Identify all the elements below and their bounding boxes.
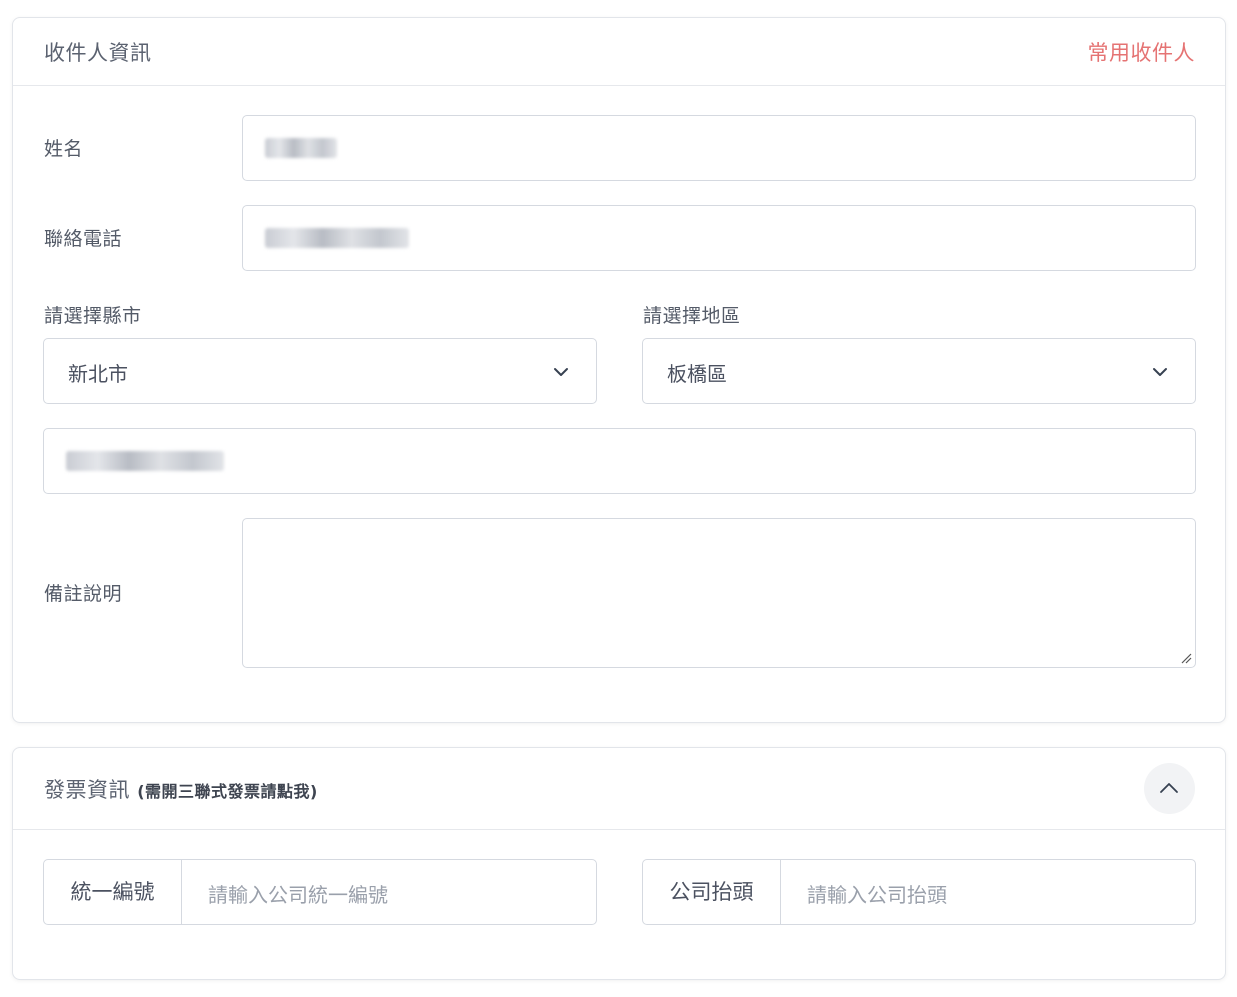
city-select[interactable]: 新北市 [43, 338, 597, 404]
tax-id-group: 統一編號 請輸入公司統一編號 [43, 859, 597, 925]
company-title-label: 公司抬頭 [643, 860, 781, 924]
invoice-subtitle[interactable]: (需開三聯式發票請點我) [137, 782, 318, 801]
resize-grip-icon[interactable] [1180, 652, 1192, 664]
chevron-down-icon [1153, 368, 1167, 376]
note-textarea[interactable] [242, 518, 1196, 668]
phone-field[interactable] [242, 205, 1196, 271]
tax-id-label: 統一編號 [44, 860, 182, 924]
common-recipients-link[interactable]: 常用收件人 [1088, 37, 1196, 67]
recipient-header: 收件人資訊 常用收件人 [13, 18, 1225, 86]
district-select[interactable]: 板橋區 [642, 338, 1196, 404]
invoice-title: 發票資訊 (需開三聯式發票請點我) [44, 774, 318, 804]
name-label: 姓名 [44, 138, 84, 160]
company-title-input[interactable]: 請輸入公司抬頭 [807, 879, 947, 908]
name-field[interactable] [242, 115, 1196, 181]
note-label: 備註說明 [44, 583, 123, 605]
redacted-name [265, 138, 337, 158]
district-selected-value: 板橋區 [667, 362, 727, 386]
tax-id-input[interactable]: 請輸入公司統一編號 [208, 879, 388, 908]
recipient-card: 收件人資訊 常用收件人 姓名 聯絡電話 請選擇縣市 新北市 請選擇地區 板橋區 … [12, 17, 1226, 723]
redacted-phone [265, 228, 409, 248]
recipient-title: 收件人資訊 [44, 41, 152, 65]
company-title-group: 公司抬頭 請輸入公司抬頭 [642, 859, 1196, 925]
district-label: 請選擇地區 [643, 305, 741, 327]
redacted-address [66, 451, 224, 471]
city-label: 請選擇縣市 [44, 305, 142, 327]
address-field[interactable] [43, 428, 1196, 494]
invoice-card: 發票資訊 (需開三聯式發票請點我) 統一編號 請輸入公司統一編號 公司抬頭 請輸… [12, 747, 1226, 980]
collapse-toggle-button[interactable] [1144, 763, 1195, 814]
invoice-header[interactable]: 發票資訊 (需開三聯式發票請點我) [13, 748, 1225, 830]
chevron-up-icon [1160, 783, 1178, 793]
city-selected-value: 新北市 [68, 362, 128, 386]
chevron-down-icon [554, 368, 568, 376]
invoice-title-text: 發票資訊 [44, 778, 130, 802]
phone-label: 聯絡電話 [44, 228, 123, 250]
